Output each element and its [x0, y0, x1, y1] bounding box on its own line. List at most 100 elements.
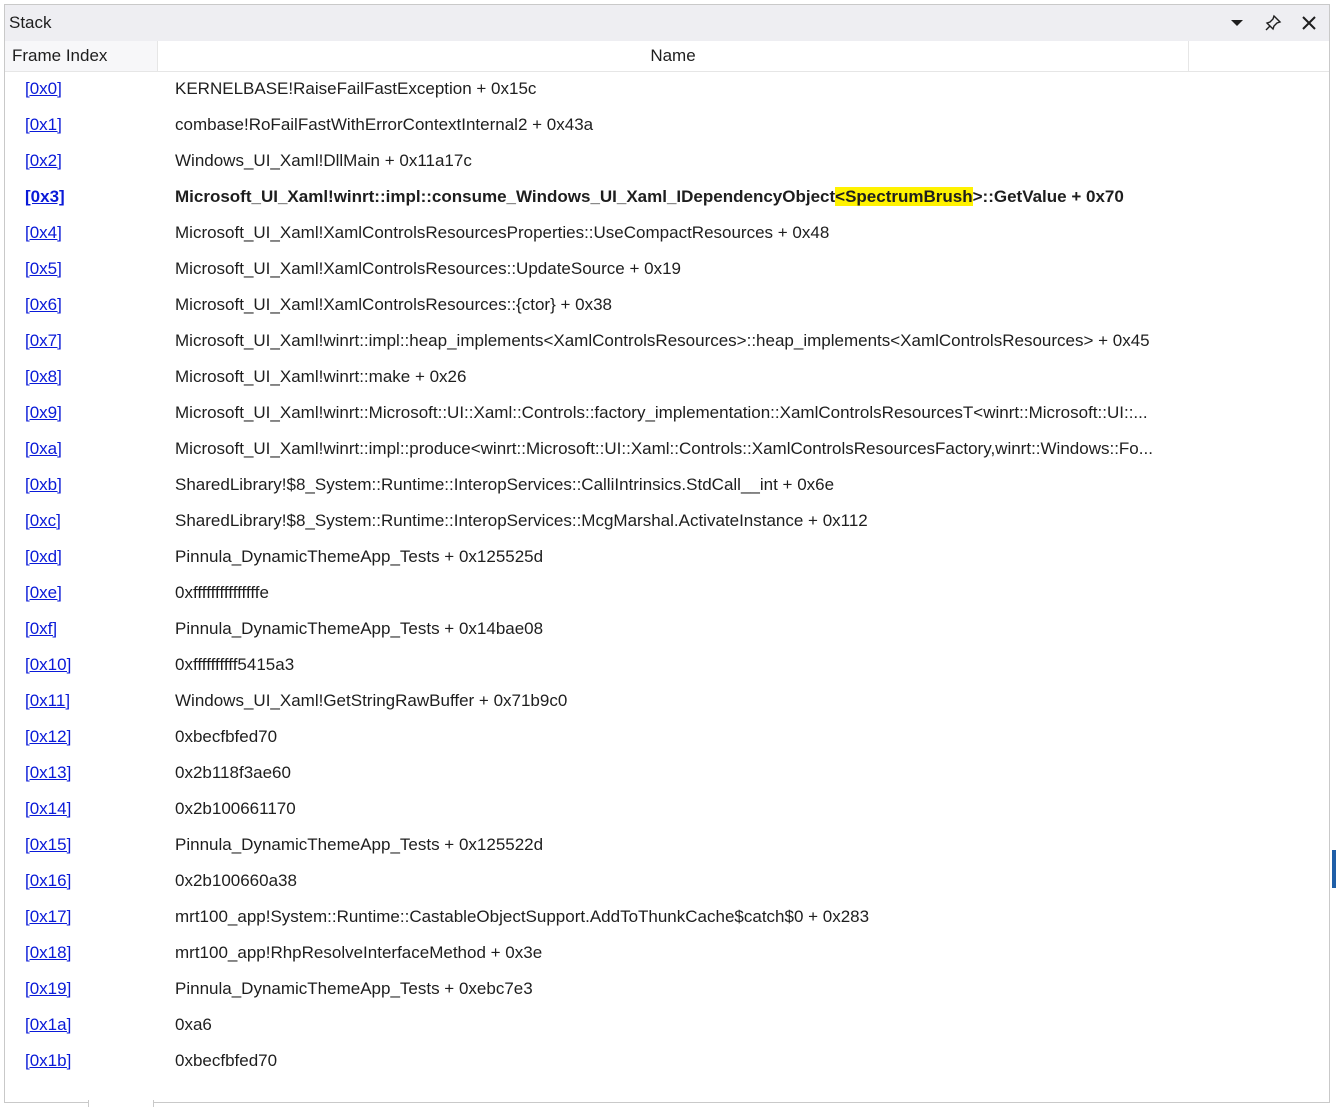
- pin-icon[interactable]: [1261, 11, 1285, 35]
- table-row[interactable]: [0x2] Windows_UI_Xaml!DllMain + 0x11a17c: [5, 143, 1329, 179]
- frame-index-link[interactable]: [0x18]: [25, 943, 71, 962]
- frame-name-cell: 0x2b100661170: [175, 799, 296, 818]
- table-row[interactable]: [0xc] SharedLibrary!$8_System::Runtime::I…: [5, 503, 1329, 539]
- frame-index-link[interactable]: [0x4]: [25, 223, 62, 242]
- table-row[interactable]: [0x16] 0x2b100660a38: [5, 863, 1329, 899]
- frame-index-link[interactable]: [0xd]: [25, 547, 62, 566]
- frame-index-link[interactable]: [0x15]: [25, 835, 71, 854]
- table-row[interactable]: [0xb] SharedLibrary!$8_System::Runtime::I…: [5, 467, 1329, 503]
- frame-index-link[interactable]: [0x9]: [25, 403, 62, 422]
- column-header-frame-index[interactable]: Frame Index: [5, 41, 158, 71]
- frame-index-link[interactable]: [0x13]: [25, 763, 71, 782]
- table-row[interactable]: [0x1b] 0xbecfbfed70: [5, 1043, 1329, 1079]
- bottom-tab-edge: [88, 1100, 154, 1107]
- table-row[interactable]: [0xf] Pinnula_DynamicThemeApp_Tests + 0x1…: [5, 611, 1329, 647]
- frame-index-cell: [0xc]: [5, 511, 175, 531]
- frame-index-link[interactable]: [0xb]: [25, 475, 62, 494]
- column-header-filler: [1189, 41, 1329, 71]
- frame-index-cell: [0x3]: [5, 187, 175, 207]
- frame-index-cell: [0x1]: [5, 115, 175, 135]
- table-row[interactable]: [0x19] Pinnula_DynamicThemeApp_Tests + 0x…: [5, 971, 1329, 1007]
- frame-name-cell: combase!RoFailFastWithErrorContextIntern…: [175, 115, 594, 134]
- table-row[interactable]: [0x3] Microsoft_UI_Xaml!winrt::impl::cons…: [5, 179, 1329, 215]
- frame-index-link[interactable]: [0x1a]: [25, 1015, 71, 1034]
- title-actions: [1225, 11, 1329, 35]
- table-row[interactable]: [0x7] Microsoft_UI_Xaml!winrt::impl::heap…: [5, 323, 1329, 359]
- frame-name-cell: Windows_UI_Xaml!DllMain + 0x11a17c: [175, 151, 472, 170]
- table-row[interactable]: [0x12] 0xbecfbfed70: [5, 719, 1329, 755]
- highlighted-text: <SpectrumBrush: [835, 187, 973, 206]
- frame-index-link[interactable]: [0xc]: [25, 511, 61, 530]
- frame-index-link[interactable]: [0x8]: [25, 367, 62, 386]
- chevron-down-icon[interactable]: [1225, 11, 1249, 35]
- column-header: Frame Index Name: [5, 41, 1329, 72]
- frame-index-cell: [0x0]: [5, 79, 175, 99]
- table-row[interactable]: [0x1a] 0xa6: [5, 1007, 1329, 1043]
- table-row[interactable]: [0xe] 0xfffffffffffffffe: [5, 575, 1329, 611]
- table-row[interactable]: [0x11] Windows_UI_Xaml!GetStringRawBuffer…: [5, 683, 1329, 719]
- frame-name-cell: Microsoft_UI_Xaml!winrt::impl::heap_impl…: [175, 331, 1150, 350]
- frame-index-link[interactable]: [0x3]: [25, 187, 65, 206]
- frame-index-link[interactable]: [0x16]: [25, 871, 71, 890]
- frame-index-link[interactable]: [0x11]: [25, 691, 70, 710]
- frame-name-cell: Pinnula_DynamicThemeApp_Tests + 0x125522…: [175, 835, 544, 854]
- frame-index-link[interactable]: [0xf]: [25, 619, 57, 638]
- frame-index-cell: [0x11]: [5, 691, 175, 711]
- table-row[interactable]: [0xa] Microsoft_UI_Xaml!winrt::impl::prod…: [5, 431, 1329, 467]
- frame-index-link[interactable]: [0x1]: [25, 115, 62, 134]
- frame-name-cell: 0xfffffffffffffffe: [175, 583, 269, 602]
- close-icon[interactable]: [1297, 11, 1321, 35]
- frame-index-link[interactable]: [0x12]: [25, 727, 71, 746]
- frame-index-link[interactable]: [0x0]: [25, 79, 62, 98]
- column-header-name[interactable]: Name: [158, 41, 1189, 71]
- frame-index-cell: [0x7]: [5, 331, 175, 351]
- table-row[interactable]: [0x0] KERNELBASE!RaiseFailFastException +…: [5, 71, 1329, 107]
- stack-frames-list: [0x0] KERNELBASE!RaiseFailFastException +…: [5, 71, 1329, 1102]
- frame-name-cell: Microsoft_UI_Xaml!XamlControlsResources:…: [175, 259, 681, 278]
- frame-index-cell: [0xf]: [5, 619, 175, 639]
- frame-index-link[interactable]: [0x14]: [25, 799, 71, 818]
- frame-index-cell: [0xb]: [5, 475, 175, 495]
- table-row[interactable]: [0x13] 0x2b118f3ae60: [5, 755, 1329, 791]
- frame-name-cell: Microsoft_UI_Xaml!winrt::impl::produce<w…: [175, 439, 1153, 458]
- frame-name-cell: mrt100_app!RhpResolveInterfaceMethod + 0…: [175, 943, 543, 962]
- frame-name-cell: KERNELBASE!RaiseFailFastException + 0x15…: [175, 79, 537, 98]
- frame-index-link[interactable]: [0x5]: [25, 259, 62, 278]
- frame-index-cell: [0x15]: [5, 835, 175, 855]
- frame-index-link[interactable]: [0xe]: [25, 583, 62, 602]
- frame-index-cell: [0xa]: [5, 439, 175, 459]
- frame-index-cell: [0x9]: [5, 403, 175, 423]
- panel-titlebar: Stack: [5, 5, 1329, 41]
- table-row[interactable]: [0x8] Microsoft_UI_Xaml!winrt::make + 0x2…: [5, 359, 1329, 395]
- table-row[interactable]: [0x9] Microsoft_UI_Xaml!winrt::Microsoft:…: [5, 395, 1329, 431]
- frame-index-link[interactable]: [0xa]: [25, 439, 62, 458]
- frame-index-cell: [0x19]: [5, 979, 175, 999]
- table-row[interactable]: [0x1] combase!RoFailFastWithErrorContextI…: [5, 107, 1329, 143]
- frame-index-link[interactable]: [0x19]: [25, 979, 71, 998]
- frame-name-cell: 0x2b100660a38: [175, 871, 297, 890]
- frame-index-cell: [0x10]: [5, 655, 175, 675]
- frame-index-cell: [0x16]: [5, 871, 175, 891]
- scroll-indicator: [1332, 850, 1336, 888]
- table-row[interactable]: [0x17] mrt100_app!System::Runtime::Castab…: [5, 899, 1329, 935]
- frame-index-link[interactable]: [0x10]: [25, 655, 71, 674]
- frame-index-link[interactable]: [0x17]: [25, 907, 71, 926]
- frame-index-link[interactable]: [0x2]: [25, 151, 62, 170]
- frame-name-cell: SharedLibrary!$8_System::Runtime::Intero…: [175, 475, 835, 494]
- frame-index-link[interactable]: [0x6]: [25, 295, 62, 314]
- table-row[interactable]: [0x18] mrt100_app!RhpResolveInterfaceMeth…: [5, 935, 1329, 971]
- table-row[interactable]: [0x14] 0x2b100661170: [5, 791, 1329, 827]
- frame-name-cell: Microsoft_UI_Xaml!winrt::Microsoft::UI::…: [175, 403, 1148, 422]
- frame-index-cell: [0x18]: [5, 943, 175, 963]
- frame-index-link[interactable]: [0x1b]: [25, 1051, 71, 1070]
- table-row[interactable]: [0xd] Pinnula_DynamicThemeApp_Tests + 0x1…: [5, 539, 1329, 575]
- table-row[interactable]: [0x6] Microsoft_UI_Xaml!XamlControlsResou…: [5, 287, 1329, 323]
- frame-index-link[interactable]: [0x7]: [25, 331, 62, 350]
- table-row[interactable]: [0x15] Pinnula_DynamicThemeApp_Tests + 0x…: [5, 827, 1329, 863]
- frame-index-cell: [0x12]: [5, 727, 175, 747]
- table-row[interactable]: [0x5] Microsoft_UI_Xaml!XamlControlsResou…: [5, 251, 1329, 287]
- table-row[interactable]: [0x10] 0xffffffffff5415a3: [5, 647, 1329, 683]
- frame-index-cell: [0x17]: [5, 907, 175, 927]
- table-row[interactable]: [0x4] Microsoft_UI_Xaml!XamlControlsResou…: [5, 215, 1329, 251]
- frame-index-cell: [0x5]: [5, 259, 175, 279]
